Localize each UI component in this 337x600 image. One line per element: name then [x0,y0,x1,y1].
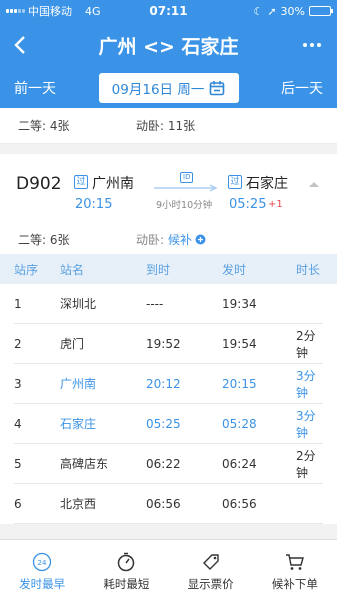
add-circle-icon[interactable] [195,234,206,245]
more-dot-icon [303,43,307,47]
stop-arrival: 19:52 [146,336,181,351]
stop-seq: 1 [14,296,22,311]
day-offset: +1 [268,199,283,210]
train-number: D902 [16,174,62,194]
prev-train-tickets[interactable]: 二等: 4张 动卧: 11张 [0,108,337,144]
stop-arrival: ---- [146,296,164,311]
col-arrival: 到时 [146,262,171,277]
stop-seq: 2 [14,336,22,351]
table-row: 1 深圳北 ---- 19:34 [14,284,323,324]
date-label: 09月16日 周一 [111,82,205,98]
more-button[interactable] [287,43,337,47]
collapse-icon[interactable] [308,180,320,188]
more-dot-icon [310,43,314,47]
tab-waitlist-order[interactable]: 候补下单 [253,540,337,600]
stop-arrival: 06:56 [146,496,181,511]
train-card[interactable]: D902 过 广州南 20:15 ID 9小时10分钟 过 石家庄 05:25 … [0,154,337,224]
stop-arrival: 05:25 [146,416,181,431]
pass-badge: 过 [74,175,88,189]
col-duration: 时长 [296,262,321,277]
pass-badge-dest: 过 [228,175,242,189]
chevron-left-icon [14,36,25,54]
stop-duration: 3分钟 [296,408,316,440]
clock-badge: 24 [38,559,47,567]
prev-day-button[interactable]: 前一天 [14,78,56,98]
tab-shortest-duration[interactable]: 耗时最短 [84,540,168,600]
back-button[interactable] [0,22,40,68]
col-name: 站名 [60,262,85,277]
stop-name: 高碑店东 [60,457,109,471]
top-nav: 广州 <> 石家庄 [0,22,337,68]
date-bar: 前一天 09月16日 周一 后一天 [0,68,337,108]
prev-seat-sleeper: 动卧: 11张 [136,119,196,133]
stop-departure: 06:24 [222,456,257,471]
seat-sleeper-label: 动卧: [136,232,165,247]
stop-departure: 20:15 [222,376,257,391]
prev-seat-second: 二等: 4张 [18,119,70,133]
stop-name: 深圳北 [60,297,97,311]
divider [0,144,337,154]
stop-seq: 6 [14,496,22,511]
cart-icon [285,554,304,570]
tab-label: 显示票价 [187,577,234,591]
stop-name: 广州南 [60,377,97,391]
stop-departure: 19:34 [222,296,257,311]
bottom-toolbar: 24 发时最早 耗时最短 显示票价 候补下单 [0,539,337,600]
trip-duration: 9小时10分钟 [156,200,213,211]
stop-duration: 3分钟 [296,368,316,400]
stop-seq: 3 [14,376,22,391]
stop-departure: 06:56 [222,496,257,511]
status-right: ☾ ➚ 30% [253,4,333,18]
tab-label: 耗时最短 [103,577,150,591]
arrival-time: 05:25 [229,197,267,212]
tab-label: 候补下单 [271,577,318,591]
next-day-button[interactable]: 后一天 [281,78,323,98]
seat-sleeper-value: 候补 [168,232,193,247]
stop-arrival: 20:12 [146,376,181,391]
moon-icon: ☾ [253,4,264,18]
departure-time: 20:15 [75,197,113,212]
table-row: 2 虎门 19:52 19:54 2分钟 [14,324,323,364]
table-row: 6 北京西 06:56 06:56 [14,484,323,524]
tab-show-price[interactable]: 显示票价 [169,540,253,600]
stop-name: 北京西 [60,497,97,511]
status-bar: 中国移动 4G 07:11 ☾ ➚ 30% [0,0,337,22]
train-id-icon: ID [180,172,194,183]
date-picker[interactable]: 09月16日 周一 [98,73,239,103]
stop-duration: 2分钟 [296,448,316,480]
col-departure: 发时 [222,262,247,277]
seat-second: 二等: 6张 [18,232,70,247]
to-station: 石家庄 [246,176,288,192]
table-header: 站序 站名 到时 发时 时长 [0,254,337,284]
stop-name: 虎门 [60,337,85,351]
stop-seq: 4 [14,416,22,431]
from-station: 广州南 [92,176,134,192]
stop-seq: 5 [14,456,22,471]
calendar-icon [210,81,225,96]
train-tickets[interactable]: 二等: 6张 动卧: 候补 [0,224,337,254]
table-row: 3 广州南 20:12 20:15 3分钟 [14,364,323,404]
stopwatch-icon [118,552,135,572]
stops-table: 1 深圳北 ---- 19:34 2 虎门 19:52 19:54 2分钟 3 广州南 20:12 20… [0,284,337,524]
clock-24-icon: 24 [32,552,52,572]
location-icon: ➚ [267,4,277,18]
table-row: 5 高碑店东 06:22 06:24 2分钟 [14,444,323,484]
page-title: 广州 <> 石家庄 [98,35,239,58]
stop-duration: 2分钟 [296,328,316,360]
table-row: 4 石家庄 05:25 05:28 3分钟 [14,404,323,444]
tab-label: 发时最早 [19,577,66,591]
stop-name: 石家庄 [60,417,97,431]
stop-departure: 05:28 [222,416,257,431]
more-dot-icon [317,43,321,47]
stop-departure: 19:54 [222,336,257,351]
arrow-icon [154,184,218,192]
col-seq: 站序 [14,262,39,277]
tab-earliest-departure[interactable]: 24 发时最早 [0,540,84,600]
stop-arrival: 06:22 [146,456,181,471]
battery-percent: 30% [280,4,305,18]
price-tag-icon [202,554,219,570]
battery-icon [309,6,333,16]
